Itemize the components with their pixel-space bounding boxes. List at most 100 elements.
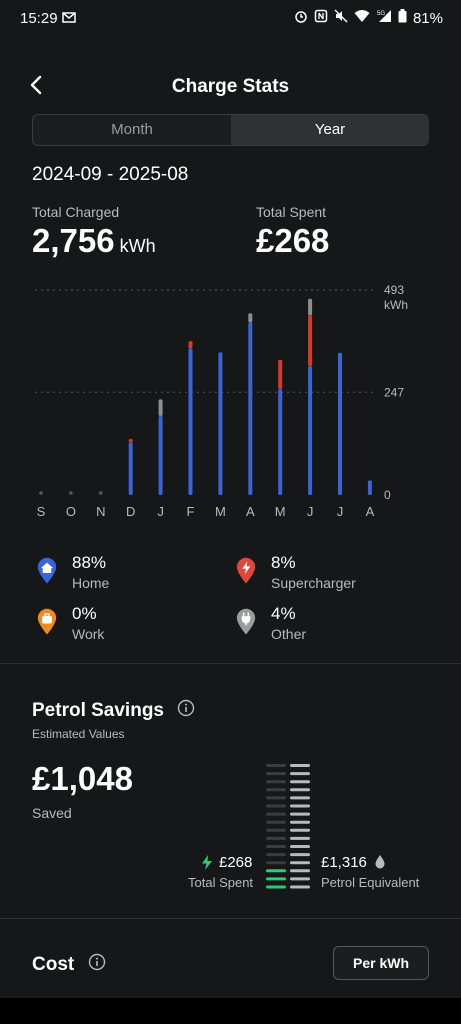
- saved-label: Saved: [32, 805, 72, 821]
- lightning-icon: [201, 855, 213, 875]
- status-time: 15:29: [20, 10, 58, 27]
- x-tick-label: A: [366, 504, 375, 519]
- x-tick-label: N: [96, 504, 105, 519]
- bar-other: [248, 313, 253, 323]
- x-tick-label: S: [37, 504, 46, 519]
- legend-item-home: 88% Home: [36, 553, 216, 593]
- legend-percent: 0%: [72, 604, 97, 623]
- plug-icon: [235, 606, 257, 641]
- bar-home: [367, 480, 372, 495]
- cost-title-text: Cost: [32, 954, 75, 976]
- bar-home: [128, 442, 133, 495]
- petrol-segment: [290, 820, 310, 824]
- bar-home: [158, 415, 163, 495]
- petrol-segment: [290, 869, 310, 873]
- petrol-segment: [290, 796, 310, 800]
- empty-bar-dot: [69, 491, 73, 495]
- briefcase-icon: [36, 606, 58, 641]
- spent-segment: [266, 877, 286, 881]
- petrol-equivalent-label: Petrol Equivalent: [321, 875, 420, 890]
- spent-segment: [266, 804, 286, 808]
- total-charged-value: 2,756 kWh: [32, 222, 156, 260]
- legend-name: Home: [72, 575, 110, 591]
- saved-amount: £1,048: [32, 760, 133, 797]
- petrol-segment: [290, 780, 310, 784]
- spent-label: Total Spent: [188, 875, 254, 890]
- legend-percent: 4%: [271, 604, 296, 623]
- x-tick-label: M: [275, 504, 286, 519]
- spent-segment: [266, 788, 286, 792]
- spent-segment: [266, 845, 286, 848]
- spent-segment: [266, 772, 286, 776]
- spent-segment: [266, 820, 286, 824]
- bar-supercharger: [308, 315, 313, 367]
- petrol-segment: [290, 764, 310, 767]
- legend-name: Supercharger: [271, 575, 356, 591]
- empty-bar-dot: [99, 491, 103, 495]
- petrol-segment: [290, 828, 310, 832]
- system-nav-bar: [0, 998, 461, 1024]
- bar-home: [308, 366, 313, 495]
- spent-segment: [266, 861, 286, 865]
- legend-percent: 8%: [271, 553, 296, 572]
- spent-segment: [266, 869, 286, 873]
- tab-year[interactable]: Year: [231, 115, 429, 145]
- legend-name: Other: [271, 626, 307, 642]
- network-type: 5G: [377, 11, 385, 17]
- petrol-subtitle: Estimated Values: [32, 727, 125, 741]
- per-kwh-button[interactable]: Per kWh: [333, 946, 429, 980]
- petrol-segment: [290, 788, 310, 792]
- petrol-segment: [290, 885, 310, 889]
- x-tick-label: J: [307, 504, 314, 519]
- petrol-segment: [290, 853, 310, 857]
- tab-month[interactable]: Month: [33, 115, 231, 145]
- bar-home: [338, 352, 342, 495]
- petrol-segment: [290, 812, 310, 816]
- info-icon[interactable]: [88, 953, 106, 977]
- petrol-segment: [290, 861, 310, 865]
- petrol-segment: [290, 804, 310, 808]
- header: Charge Stats: [0, 60, 461, 110]
- spent-segment: [266, 885, 286, 889]
- battery-percent: 81%: [412, 9, 443, 27]
- spent-segment: [266, 796, 286, 800]
- mute-icon: [334, 9, 348, 27]
- charged-unit: kWh: [119, 236, 156, 256]
- charge-bar-chart: 493kWh 247 0 S O N D J F M A M J J A: [35, 283, 408, 519]
- bar-home: [188, 348, 193, 495]
- petrol-segment: [290, 877, 310, 881]
- signal-icon: 5G: [376, 9, 392, 27]
- petrol-segment: [290, 836, 310, 840]
- petrol-title-text: Petrol Savings: [32, 700, 164, 722]
- mail-notification-icon: [62, 10, 76, 29]
- x-tick-label: J: [337, 504, 344, 519]
- period-segmented-control: Month Year: [32, 114, 429, 146]
- total-spent-value: £268: [256, 222, 330, 259]
- spent-value: £268: [219, 854, 253, 871]
- bar-other: [308, 298, 313, 316]
- x-tick-label: A: [246, 504, 255, 519]
- total-spent-label: Total Spent: [256, 204, 327, 220]
- bar-home: [248, 322, 253, 495]
- total-charged-label: Total Charged: [32, 204, 120, 220]
- x-tick-label: O: [66, 504, 76, 519]
- legend-item-other: 4% Other: [235, 604, 415, 644]
- legend-item-work: 0% Work: [36, 604, 216, 644]
- bar-other: [158, 399, 163, 416]
- date-range: 2024-09 - 2025-08: [32, 164, 189, 185]
- spent-segment: [266, 853, 286, 857]
- section-divider: [0, 663, 461, 664]
- fuel-drop-icon: [375, 855, 385, 874]
- bar-supercharger: [188, 341, 193, 349]
- x-tick-label: F: [187, 504, 195, 519]
- charged-number: 2,756: [32, 222, 115, 259]
- info-icon[interactable]: [177, 699, 195, 723]
- x-tick-label: D: [126, 504, 135, 519]
- y-unit-label: kWh: [384, 298, 408, 312]
- cost-title: Cost: [32, 953, 106, 977]
- spent-segment: [266, 780, 286, 784]
- y-tick-label: 493: [384, 283, 404, 297]
- petrol-comparison-stack: [266, 764, 310, 889]
- nfc-icon: [314, 9, 328, 27]
- legend-item-supercharger: 8% Supercharger: [235, 553, 415, 593]
